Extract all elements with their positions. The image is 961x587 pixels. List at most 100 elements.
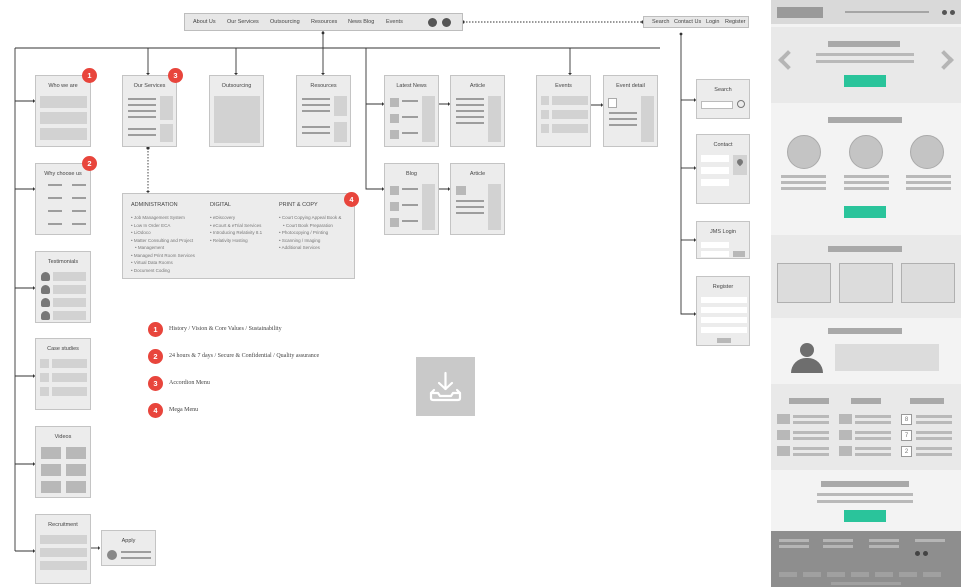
legend-badge-4: 4 (148, 403, 163, 418)
mega-menu-item[interactable]: Managed Print Room Services (131, 252, 195, 260)
nav-our-services[interactable]: Our Services (227, 19, 259, 25)
search-icon[interactable] (737, 100, 745, 108)
latest-news-card[interactable]: Latest News (384, 75, 439, 147)
events-card[interactable]: Events (536, 75, 591, 147)
video-play-icon (41, 447, 61, 459)
search-card[interactable]: Search (696, 79, 750, 119)
list-line (456, 200, 484, 202)
nav-resources[interactable]: Resources (311, 19, 337, 25)
jms-login-card[interactable]: JMS Login (696, 221, 750, 259)
videos-card[interactable]: Videos (35, 426, 91, 498)
list-line (402, 132, 418, 134)
top-nav-bar: About Us Our Services Outsourcing Resour… (184, 13, 463, 31)
mega-menu-item[interactable]: Scanning / Imaging (279, 237, 341, 245)
list-line (609, 124, 637, 126)
blog-thumb (390, 202, 399, 211)
twitter-icon[interactable] (428, 18, 437, 27)
nav-search[interactable]: Search (652, 19, 669, 25)
case-studies-card[interactable]: Case studies (35, 338, 91, 410)
news-thumb (390, 98, 399, 107)
who-we-are-title: Who we are (48, 83, 78, 89)
event-line (916, 415, 952, 418)
nav-events[interactable]: Events (386, 19, 403, 25)
video-play-icon (66, 464, 86, 476)
list-line (456, 122, 484, 124)
event-line (916, 431, 952, 434)
mega-menu-item[interactable]: Additional Services (279, 244, 341, 252)
testimonials-card[interactable]: Testimonials (35, 251, 91, 323)
mega-menu-item-continued[interactable]: Management (131, 244, 195, 252)
linkedin-icon[interactable] (442, 18, 451, 27)
mega-menu-heading-administration: ADMINISTRATION (131, 202, 178, 208)
mega-menu-item[interactable]: Relativity Hosting (210, 237, 262, 245)
footer-link (803, 572, 821, 577)
mega-menu-item[interactable]: Introducing Relativity 8.1 (210, 229, 262, 237)
article-title-1: Article (469, 83, 486, 89)
mega-menu-item[interactable]: Matter Consulting and Project (131, 237, 195, 245)
quote-block (53, 285, 86, 294)
why-choose-us-title: Why choose us (44, 171, 82, 177)
videos-title: Videos (54, 434, 72, 440)
recruitment-card[interactable]: Recruitment (35, 514, 91, 584)
mega-menu-item[interactable]: Court Copying Appeal Book & (279, 214, 342, 222)
mega-menu-item[interactable]: Low In Order ECA (131, 222, 195, 230)
nav-about-us[interactable]: About Us (193, 19, 216, 25)
contact-field (701, 179, 729, 186)
event-detail-card[interactable]: Event detail (603, 75, 658, 147)
apply-card[interactable]: Apply (101, 530, 156, 566)
list-line (456, 104, 484, 106)
list-line (302, 126, 330, 128)
nav-news-blog[interactable]: News Blog (348, 19, 374, 25)
slider-next-icon (934, 50, 954, 70)
service-line (906, 187, 951, 190)
search-input[interactable] (701, 101, 733, 109)
news-line (793, 447, 829, 450)
register-card[interactable]: Register (696, 276, 750, 346)
article-card-2[interactable]: Article (450, 163, 505, 235)
mega-menu-item[interactable]: Document Coding (131, 267, 195, 275)
who-we-are-card[interactable]: Who we are (35, 75, 91, 147)
mockup-features-section (771, 235, 961, 318)
news-thumb (777, 414, 790, 424)
blog-line (855, 421, 891, 424)
service-line (844, 181, 889, 184)
outsourcing-card[interactable]: Outsourcing (209, 75, 264, 147)
nav-outsourcing[interactable]: Outsourcing (270, 19, 300, 25)
download-button[interactable] (416, 357, 475, 416)
mega-menu-item[interactable]: eDiscovery (210, 214, 262, 222)
mega-menu-item[interactable]: Photocopying / Printing (279, 229, 341, 237)
nav-contact-us[interactable]: Contact Us (674, 19, 701, 25)
mega-menu-item[interactable]: Virtual Data Rooms (131, 259, 195, 267)
blog-card[interactable]: Blog (384, 163, 439, 235)
case-thumb (40, 373, 49, 382)
case-block (52, 387, 87, 396)
mockup-header (771, 0, 961, 24)
video-play-icon (66, 481, 86, 493)
footer-social-icon (915, 551, 920, 556)
feature-box (901, 263, 955, 303)
resources-card[interactable]: Resources (296, 75, 351, 147)
case-block (52, 359, 87, 368)
latest-news-title: Latest News (396, 83, 427, 89)
mega-menu-item[interactable]: Job Management System (131, 214, 195, 222)
why-choose-us-card[interactable]: Why choose us (35, 163, 91, 235)
footer-line (779, 545, 809, 548)
mega-menu-item[interactable]: eCourt & eTrial Services (210, 222, 262, 230)
list-line (128, 116, 156, 118)
contact-card[interactable]: Contact (696, 134, 750, 204)
footer-link (779, 572, 797, 577)
register-button (717, 338, 731, 343)
nav-login[interactable]: Login (706, 19, 719, 25)
mega-menu-item-continued[interactable]: Court Book Preparation (279, 222, 341, 230)
event-line (916, 421, 952, 424)
article-card-1[interactable]: Article (450, 75, 505, 147)
side-block (422, 184, 435, 230)
blog-line (855, 415, 891, 418)
mega-menu-item[interactable]: LiOdoco (131, 229, 195, 237)
list-line (456, 206, 484, 208)
job-block (40, 561, 87, 570)
nav-register[interactable]: Register (725, 19, 745, 25)
form-line (121, 557, 151, 559)
our-services-card[interactable]: Our Services (122, 75, 177, 147)
side-block (334, 122, 347, 142)
